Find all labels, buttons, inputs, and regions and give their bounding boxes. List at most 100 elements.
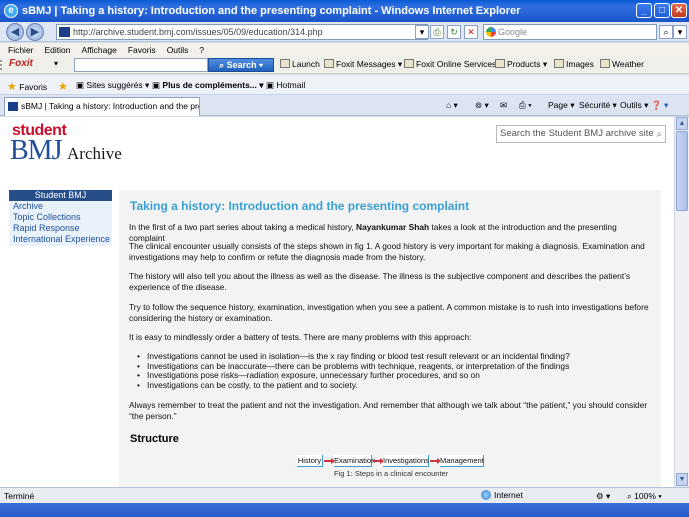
menu-fichier[interactable]: Fichier bbox=[8, 45, 34, 55]
compatibility-icon[interactable]: ⎙ bbox=[430, 25, 444, 39]
article-paragraph-5: Always remember to treat the patient and… bbox=[129, 400, 648, 421]
weather-icon bbox=[600, 59, 610, 68]
menu-affichage[interactable]: Affichage bbox=[82, 45, 117, 55]
foxit-products-label: Products bbox=[507, 59, 541, 69]
flow-arrow-icon bbox=[324, 458, 335, 463]
more-addons-link[interactable]: ▣ Plus de compléments... ▾ bbox=[152, 80, 264, 91]
article-bullet-list: Investigations cannot be used in isolati… bbox=[137, 351, 647, 390]
menu-help[interactable]: ? bbox=[199, 45, 204, 55]
flow-step-examination: Examination bbox=[334, 455, 376, 467]
products-icon bbox=[495, 59, 505, 68]
close-button[interactable]: ✕ bbox=[671, 3, 687, 18]
add-favorite-icon: ★ bbox=[58, 81, 68, 93]
sidebar-link-international-experience[interactable]: International Experience bbox=[9, 234, 112, 245]
minimize-button[interactable]: _ bbox=[636, 3, 652, 18]
add-favorite-button[interactable]: ★ bbox=[58, 80, 68, 93]
address-input[interactable]: http://archive.student.bmj.com/issues/05… bbox=[56, 24, 428, 40]
hotmail-link[interactable]: ▣ Hotmail bbox=[266, 80, 305, 91]
foxit-weather-label: Weather bbox=[612, 59, 644, 69]
hotmail-label: Hotmail bbox=[276, 80, 306, 90]
article-paragraph-1: The clinical encounter usually consists … bbox=[129, 241, 645, 262]
scrollbar-thumb[interactable] bbox=[676, 131, 688, 211]
logo-bmj-text[interactable]: BMJ bbox=[10, 135, 62, 167]
foxit-launch-label: Launch bbox=[292, 59, 320, 69]
rss-icon: ⊚ bbox=[475, 100, 483, 110]
favorites-label: Favoris bbox=[19, 82, 48, 92]
flow-arrow-icon bbox=[430, 458, 441, 463]
magnifier-icon: ⌕ bbox=[219, 60, 227, 70]
flow-arrow-icon bbox=[373, 458, 384, 463]
foxit-images-label: Images bbox=[566, 59, 594, 69]
foxit-online-services-button[interactable]: Foxit Online Services bbox=[404, 59, 496, 69]
tools-menu-button[interactable]: Outils ▾ bbox=[620, 100, 648, 111]
page-menu-button[interactable]: Page ▾ bbox=[548, 100, 575, 111]
foxit-dropdown-icon[interactable]: ▾ bbox=[54, 59, 58, 68]
article-author: Nayankumar Shah bbox=[356, 222, 430, 232]
tab-bar: sBMJ | Taking a history: Introduction an… bbox=[0, 95, 689, 116]
search-engine-input[interactable]: Google bbox=[483, 24, 657, 40]
menu-favoris[interactable]: Favoris bbox=[128, 45, 156, 55]
refresh-icon[interactable]: ↻ bbox=[447, 25, 461, 39]
foxit-products-button[interactable]: Products ▾ bbox=[495, 59, 547, 70]
sidebar-link-rapid-response[interactable]: Rapid Response bbox=[9, 223, 112, 234]
toolbar-grip-icon[interactable] bbox=[0, 60, 6, 70]
protected-mode-icon[interactable]: ⚙ ▾ bbox=[596, 491, 610, 502]
section-heading-structure: Structure bbox=[130, 433, 179, 445]
tab-label: sBMJ | Taking a history: Introduction an… bbox=[21, 101, 199, 111]
sidebar-link-archive[interactable]: Archive bbox=[9, 201, 112, 212]
mail-button[interactable]: ✉ bbox=[500, 100, 507, 111]
search-engine-placeholder: Google bbox=[498, 27, 528, 37]
favorites-button[interactable]: ★ Favoris bbox=[7, 80, 47, 93]
menu-edition[interactable]: Edition bbox=[45, 45, 71, 55]
address-dropdown-icon[interactable]: ▾ bbox=[415, 25, 429, 39]
address-bar-row: ◀ ▶ http://archive.student.bmj.com/issue… bbox=[0, 22, 689, 42]
foxit-logo[interactable]: Foxit bbox=[9, 58, 33, 69]
vertical-scrollbar[interactable]: ▲ ▼ bbox=[674, 117, 689, 487]
menu-outils[interactable]: Outils bbox=[167, 45, 189, 55]
back-button[interactable]: ◀ bbox=[6, 23, 24, 41]
page-viewport: student BMJ Archive Search the Student B… bbox=[0, 117, 674, 487]
foxit-search-button[interactable]: ⌕ Search ▾ bbox=[208, 58, 274, 72]
window-title: sBMJ | Taking a history: Introduction an… bbox=[22, 5, 521, 17]
logo-archive-text: Archive bbox=[67, 144, 122, 163]
page-menu-label: Page bbox=[548, 100, 568, 110]
flow-step-management: Management bbox=[440, 455, 484, 467]
foxit-launch-button[interactable]: Launch bbox=[280, 59, 320, 69]
foxit-images-button[interactable]: Images bbox=[554, 59, 594, 69]
scroll-down-icon[interactable]: ▼ bbox=[676, 473, 688, 486]
forward-button[interactable]: ▶ bbox=[26, 23, 44, 41]
sidebar: Student BMJ Archive Topic Collections Ra… bbox=[9, 190, 112, 246]
suggested-sites-link[interactable]: ▣ Sites suggérés ▾ bbox=[76, 80, 149, 91]
tab-active[interactable]: sBMJ | Taking a history: Introduction an… bbox=[4, 97, 200, 116]
maximize-button[interactable]: □ bbox=[654, 3, 670, 18]
print-button[interactable]: ⎙ ▾ bbox=[519, 100, 532, 111]
window-title-bar: e sBMJ | Taking a history: Introduction … bbox=[0, 0, 689, 22]
print-icon: ⎙ bbox=[519, 100, 526, 110]
home-icon: ⌂ bbox=[446, 100, 452, 110]
site-search-icon[interactable]: ⌕ bbox=[656, 127, 662, 143]
feeds-button[interactable]: ⊚ ▾ bbox=[475, 100, 489, 111]
suggested-sites-label: Sites suggérés bbox=[86, 80, 143, 90]
suggested-sites-icon: ▣ bbox=[76, 80, 85, 90]
scroll-up-icon[interactable]: ▲ bbox=[676, 117, 688, 130]
sidebar-link-topic-collections[interactable]: Topic Collections bbox=[9, 212, 112, 223]
article-paragraph-4: It is easy to mindlessly order a battery… bbox=[129, 332, 472, 342]
home-button[interactable]: ⌂ ▾ bbox=[446, 100, 458, 111]
stop-icon[interactable]: ✕ bbox=[464, 25, 478, 39]
search-icon[interactable]: ⌕ bbox=[659, 25, 673, 39]
foxit-search-label: Search bbox=[226, 60, 257, 70]
online-services-icon bbox=[404, 59, 414, 68]
foxit-weather-button[interactable]: Weather bbox=[600, 59, 644, 69]
security-zone[interactable]: Internet bbox=[481, 490, 523, 500]
foxit-search-input[interactable] bbox=[74, 58, 208, 72]
zone-label: Internet bbox=[494, 490, 523, 500]
site-search-input[interactable]: Search the Student BMJ archive site ⌕ bbox=[496, 125, 666, 143]
tools-menu-label: Outils bbox=[620, 100, 642, 110]
help-button[interactable]: ❓ ▾ bbox=[651, 100, 668, 111]
security-menu-button[interactable]: Sécurité ▾ bbox=[579, 100, 617, 111]
google-icon bbox=[486, 27, 496, 37]
search-options-icon[interactable]: ▾ bbox=[673, 25, 687, 39]
foxit-messages-button[interactable]: Foxit Messages ▾ bbox=[324, 59, 402, 70]
images-icon bbox=[554, 59, 564, 68]
zoom-control[interactable]: ⌕ 100% ▾ bbox=[627, 491, 662, 502]
